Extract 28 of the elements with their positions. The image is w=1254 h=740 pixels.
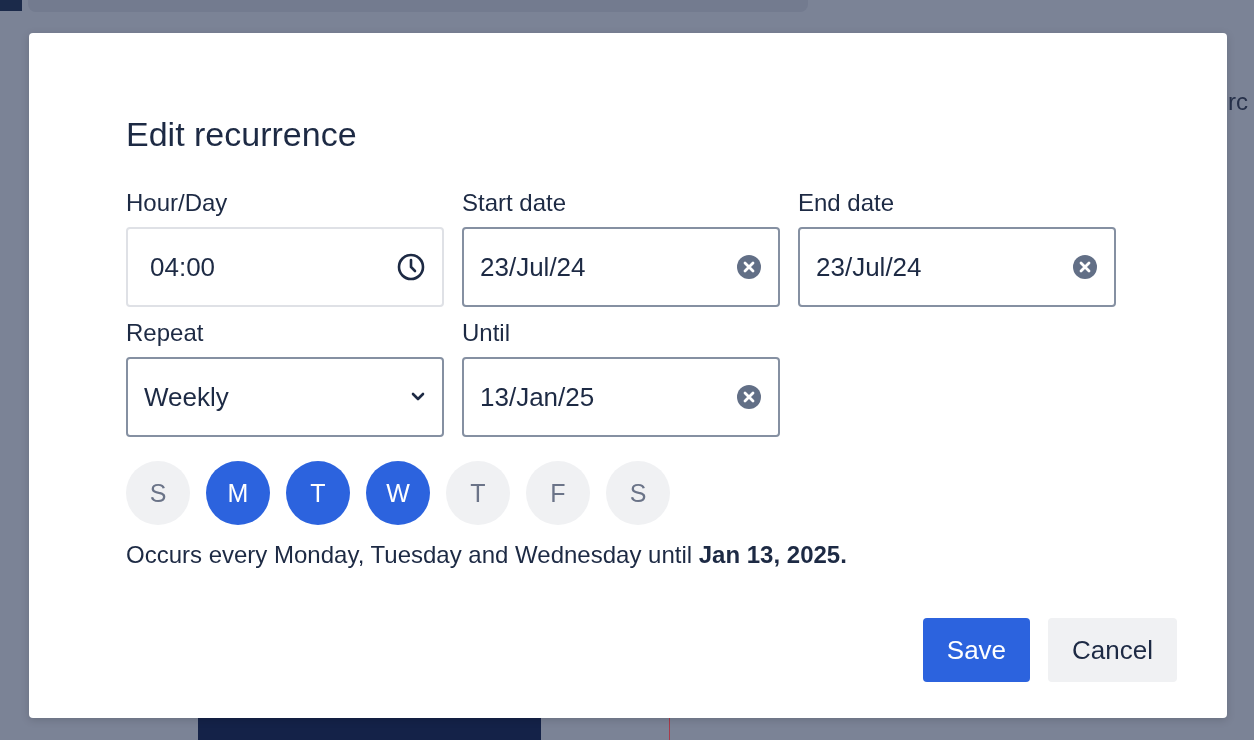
weekday-toggle[interactable]: S — [606, 461, 670, 525]
weekday-toggle[interactable]: T — [286, 461, 350, 525]
date-field[interactable]: 23/Jul/24 — [462, 227, 780, 307]
weekday-toggle[interactable]: M — [206, 461, 270, 525]
weekday-toggle[interactable]: S — [126, 461, 190, 525]
repeat-dropdown[interactable]: Weekly — [126, 357, 444, 437]
field-label: Start date — [462, 191, 568, 215]
date-field[interactable]: 23/Jul/24 — [798, 227, 1116, 307]
weekday-toggle[interactable]: T — [446, 461, 510, 525]
weekday-toggle[interactable]: W — [366, 461, 430, 525]
clock-icon — [396, 252, 426, 282]
search-label: rc — [1228, 88, 1248, 116]
chevron-down-icon — [410, 392, 426, 402]
clear-icon[interactable] — [736, 254, 762, 280]
field-label: Repeat — [126, 321, 205, 345]
clear-icon[interactable] — [736, 384, 762, 410]
field-label: Hour/Day — [126, 191, 229, 215]
date-field[interactable]: 13/Jan/25 — [462, 357, 780, 437]
save-button[interactable]: Save — [922, 618, 1031, 682]
dialog-title: Edit recurrence — [126, 117, 358, 151]
recurrence-summary: Occurs every Monday, Tuesday and Wednesday until Jan 13, 2025. — [126, 541, 848, 569]
corner-block — [0, 0, 22, 11]
clear-icon[interactable] — [1072, 254, 1098, 280]
time-field[interactable]: 04:00 — [126, 227, 444, 307]
cancel-button[interactable]: Cancel — [1048, 618, 1177, 682]
field-label: End date — [798, 191, 896, 215]
weekday-toggle[interactable]: F — [526, 461, 590, 525]
field-label: Until — [462, 321, 511, 345]
